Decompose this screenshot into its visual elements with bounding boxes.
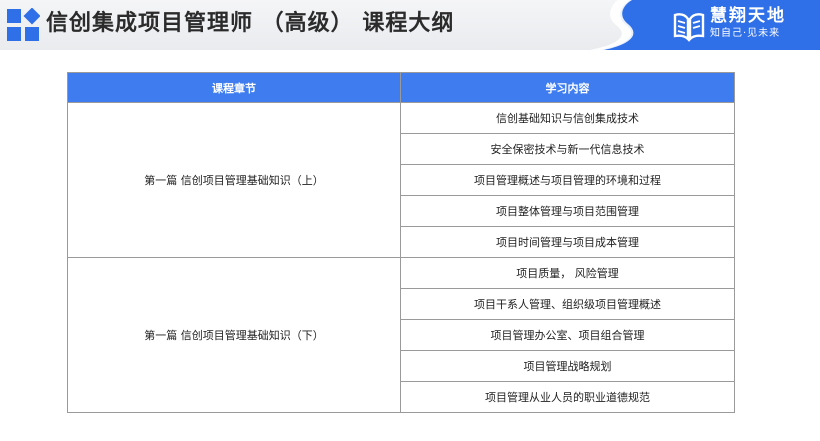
page-title: 信创集成项目管理师 （高级） 课程大纲 [46,11,455,36]
content-cell: 项目管理概述与项目管理的环境和过程 [400,164,735,196]
chapter-cell: 第一篇 信创项目管理基础知识（下） [67,257,401,413]
column-header-content: 学习内容 [400,72,735,103]
grid-logo-icon [7,8,40,41]
chapter-cell: 第一篇 信创项目管理基础知识（上） [67,102,401,258]
content-cell: 项目质量， 风险管理 [400,257,735,289]
table-header-row: 课程章节 学习内容 [67,72,735,103]
book-wing-icon [673,13,705,42]
content-cell: 项目管理战略规划 [400,350,735,382]
content-cell: 项目时间管理与项目成本管理 [400,226,735,258]
content-cell: 项目整体管理与项目范围管理 [400,195,735,227]
table-row: 第一篇 信创项目管理基础知识（上） 信创基础知识与信创集成技术 [67,102,735,258]
brand-name: 慧翔天地 [710,6,786,26]
course-outline-table: 课程章节 学习内容 第一篇 信创项目管理基础知识（上） 信创基础知识与信创集成技… [67,72,735,413]
header-bar: 信创集成项目管理师 （高级） 课程大纲 慧翔天地 知自己·见未来 [0,0,820,50]
content-cell: 信创基础知识与信创集成技术 [400,102,735,134]
brand-slogan: 知自己·见未来 [710,28,781,39]
content-cell: 安全保密技术与新一代信息技术 [400,133,735,165]
brand-logo: 慧翔天地 知自己·见未来 [672,5,812,45]
column-header-chapter: 课程章节 [67,72,401,103]
content-cell: 项目管理办公室、项目组合管理 [400,319,735,351]
content-cell: 项目干系人管理、组织级项目管理概述 [400,288,735,320]
table-row: 第一篇 信创项目管理基础知识（下） 项目质量， 风险管理 [67,257,735,413]
content-cell: 项目管理从业人员的职业道德规范 [400,381,735,413]
